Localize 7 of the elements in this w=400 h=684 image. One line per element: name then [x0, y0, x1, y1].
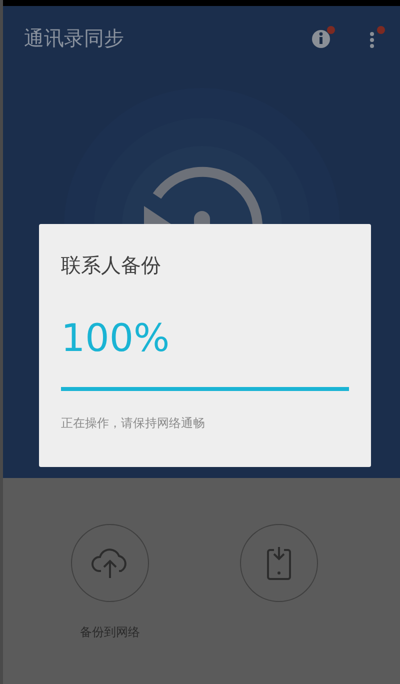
info-icon[interactable]	[310, 26, 336, 50]
progress-percent: 100%	[61, 319, 170, 357]
cloud-upload-icon	[90, 547, 129, 579]
app-title: 通讯录同步	[24, 24, 124, 52]
dialog-title: 联系人备份	[61, 252, 161, 279]
phone-download-icon	[265, 546, 294, 580]
dialog-message: 正在操作，请保持网络通畅	[61, 415, 205, 432]
